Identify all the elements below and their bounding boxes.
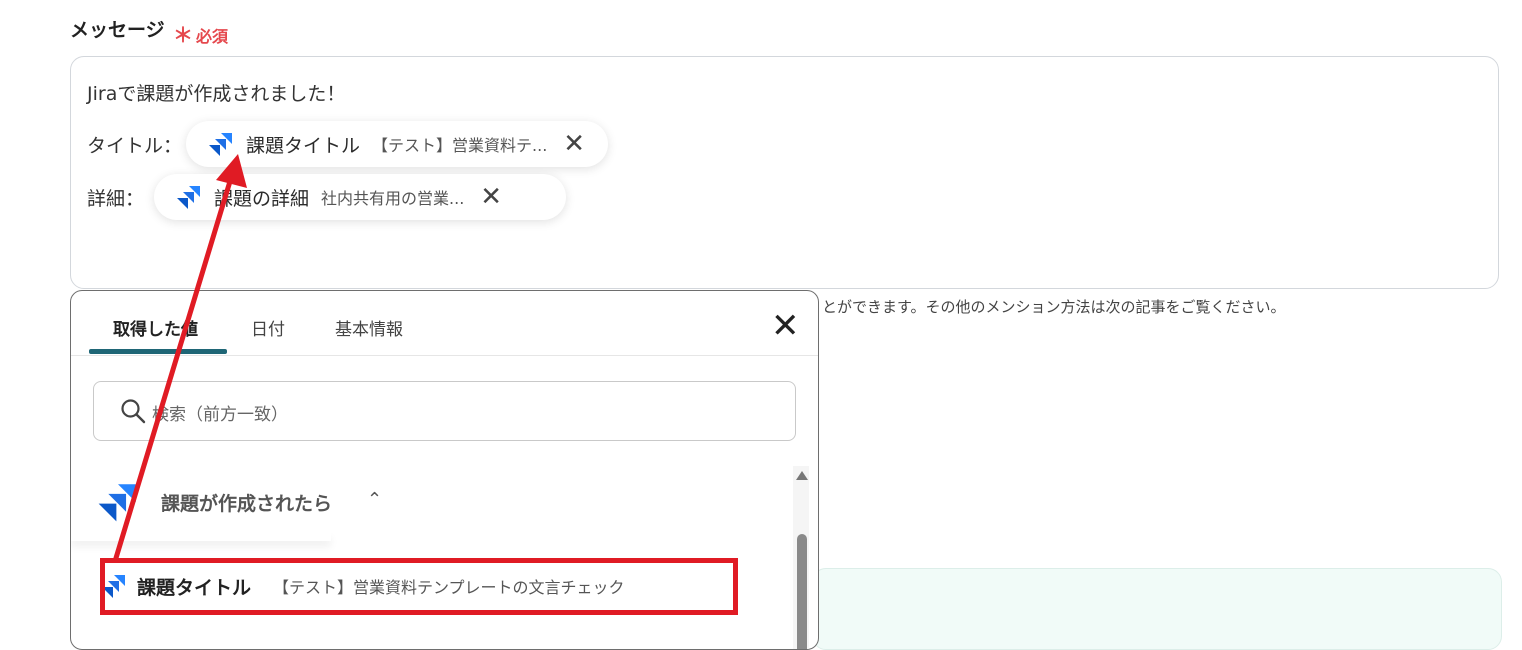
required-star-icon: ＊ — [173, 23, 193, 47]
chip-value: 社内共有用の営業... — [321, 189, 465, 208]
variable-chip-detail[interactable]: 課題の詳細 社内共有用の営業... ✕ — [154, 174, 566, 220]
group-divider — [71, 531, 331, 541]
title-prefix: タイトル： — [87, 135, 183, 157]
required-text: 必須 — [196, 27, 229, 46]
scrollbar-thumb[interactable] — [797, 534, 807, 649]
search-placeholder: 検索（前方一致） — [152, 405, 288, 425]
jira-icon — [209, 133, 232, 156]
message-line-1: Jiraで課題が作成されました！ — [87, 83, 346, 105]
highlight-box — [100, 558, 738, 615]
remove-chip-icon[interactable]: ✕ — [480, 184, 502, 210]
chip-value: 【テスト】営業資料テ... — [372, 136, 548, 155]
info-panel — [812, 568, 1502, 650]
remove-chip-icon[interactable]: ✕ — [563, 131, 585, 157]
tab-divider — [71, 355, 818, 356]
trigger-group-header[interactable]: 課題が作成されたら — [161, 489, 332, 516]
chip-name: 課題の詳細 — [214, 187, 310, 210]
jira-icon — [98, 484, 136, 522]
search-icon — [121, 399, 146, 424]
tab-date[interactable]: 日付 — [251, 315, 285, 340]
message-field-label: メッセージ — [70, 19, 165, 41]
tab-basic-info[interactable]: 基本情報 — [335, 315, 403, 340]
active-tab-indicator — [89, 349, 227, 354]
chip-name: 課題タイトル — [246, 134, 361, 157]
required-badge: ＊必須 — [173, 19, 228, 48]
chevron-up-icon[interactable]: ⌃ — [367, 489, 382, 510]
jira-icon — [177, 186, 200, 209]
search-input[interactable]: 検索（前方一致） — [93, 381, 796, 441]
tab-acquired-values[interactable]: 取得した値 — [113, 315, 198, 340]
variable-chip-title[interactable]: 課題タイトル 【テスト】営業資料テ... ✕ — [186, 121, 608, 167]
close-icon[interactable]: ✕ — [771, 309, 800, 343]
scroll-up-arrow-icon[interactable] — [796, 471, 808, 480]
detail-prefix: 詳細： — [87, 188, 145, 210]
help-text: とができます。その他のメンション方法は次の記事をご覧ください。 — [822, 298, 1286, 316]
